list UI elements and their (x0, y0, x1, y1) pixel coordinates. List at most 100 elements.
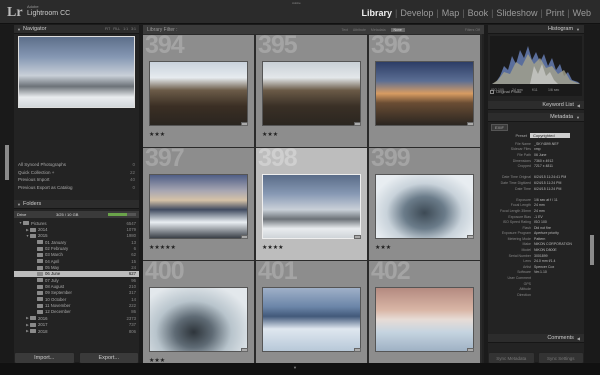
zoom-3-1[interactable]: 3:1 (131, 27, 136, 31)
grid-scrollbar[interactable] (482, 34, 484, 363)
metadata-row: Exposure 1/6 sec at f / 11 (488, 197, 584, 203)
metadata-value[interactable]: 6/24/15 11:24:41 PM (534, 175, 584, 179)
metadata-value[interactable]: Did not fire (534, 226, 584, 230)
metadata-badge-icon[interactable] (241, 122, 248, 126)
metadata-value[interactable]: 24 mm (534, 203, 584, 207)
comments-header[interactable]: Comments ◀ (488, 334, 584, 343)
photo-thumbnail[interactable] (262, 61, 361, 126)
metadata-value[interactable]: 7360 x 4912 (534, 159, 584, 163)
grid-cell[interactable]: 398 ★★★★ (256, 148, 367, 260)
star-rating[interactable]: ★★★ (149, 131, 165, 138)
module-print[interactable]: Print (543, 8, 568, 18)
filter-text[interactable]: Text (341, 28, 347, 32)
metadata-badge-icon[interactable] (354, 235, 361, 239)
catalog-item-label: Previous Export as Catalog (18, 184, 73, 190)
star-rating[interactable]: ★★★★★ (149, 244, 176, 251)
metadata-value[interactable]: NIKON CORPORATION (534, 242, 584, 246)
catalog-item[interactable]: All Synced Photographs 0 (14, 161, 139, 169)
metadata-key: Software (517, 270, 531, 275)
metadata-value[interactable]: -1 EV (534, 215, 584, 219)
module-library[interactable]: Library (358, 8, 395, 18)
photo-thumbnail[interactable] (375, 174, 474, 239)
bottom-filmstrip-bar[interactable]: ▼ (0, 363, 600, 375)
grid-cell[interactable]: 399 ★★★ (369, 148, 480, 260)
photo-thumbnail[interactable] (149, 174, 248, 239)
photo-thumbnail[interactable] (375, 61, 474, 126)
star-rating[interactable]: ★★★ (375, 244, 391, 251)
metadata-mode-dropdown[interactable]: EXIF (491, 123, 508, 131)
star-rating[interactable]: ★★★ (262, 131, 278, 138)
metadata-badge-icon[interactable] (241, 235, 248, 239)
zoom-1-1[interactable]: 1:1 (123, 27, 128, 31)
metadata-value[interactable]: 1/6 sec at f / 11 (534, 198, 584, 202)
module-slideshow[interactable]: Slideshow (493, 8, 540, 18)
metadata-value[interactable]: xmp (534, 147, 584, 151)
metadata-badge-icon[interactable] (467, 122, 474, 126)
folder-count: 2373 (126, 315, 136, 321)
catalog-item[interactable]: Quick Collection + 22 (14, 169, 139, 177)
folders-header[interactable]: ▼ Folders (14, 200, 139, 209)
volume-row[interactable]: Drive 3/25 / 10 GB (14, 211, 139, 218)
grid-cell[interactable]: 400 ★★★ (143, 261, 254, 373)
folder-row[interactable]: ▶ 2018 806 (14, 328, 139, 334)
photo-thumbnail[interactable] (262, 287, 361, 352)
metadata-value[interactable]: NIKON D800E (534, 248, 584, 252)
filters-off[interactable]: Filters Off (465, 28, 480, 32)
grid-cell[interactable]: 402 (369, 261, 480, 373)
checkbox-icon[interactable] (490, 89, 494, 94)
metadata-value[interactable]: Spencer Cox (534, 265, 584, 269)
right-panel-edge[interactable] (584, 25, 600, 362)
navigator-view-rect[interactable] (18, 36, 135, 108)
metadata-badge-icon[interactable] (467, 348, 474, 352)
preset-dropdown[interactable]: Copyrighted (530, 133, 570, 138)
metadata-badge-icon[interactable] (354, 122, 361, 126)
filter-none[interactable]: None (390, 27, 405, 32)
metadata-value[interactable]: 06 June (534, 153, 584, 157)
photo-thumbnail[interactable] (149, 61, 248, 126)
histogram-header[interactable]: Histogram ▼ (488, 25, 584, 34)
metadata-value[interactable]: ISO 100 (534, 220, 584, 224)
grid-cell[interactable]: 401 (256, 261, 367, 373)
zoom-fill[interactable]: FILL (113, 27, 120, 31)
catalog-item[interactable]: Previous Import 40 (14, 176, 139, 184)
filter-metadata[interactable]: Metadata (371, 28, 386, 32)
folder-count: 13 (131, 239, 136, 245)
metadata-value[interactable]: Aperture priority (534, 231, 584, 235)
module-map[interactable]: Map (439, 8, 463, 18)
star-rating[interactable]: ★★★★ (262, 244, 284, 251)
grid-cell[interactable]: 394 ★★★ (143, 35, 254, 147)
metadata-value[interactable]: _SKY4899.NEF (534, 142, 584, 146)
grid-cell[interactable]: 396 (369, 35, 480, 147)
module-develop[interactable]: Develop (397, 8, 436, 18)
left-panel-edge[interactable] (0, 25, 14, 362)
grid-cell[interactable]: 397 ★★★★★ (143, 148, 254, 260)
metadata-value[interactable]: 3001899 (534, 254, 584, 258)
metadata-value[interactable]: 7217 x 4811 (534, 164, 584, 168)
metadata-value[interactable]: 6/24/15 11:24 PM (534, 187, 584, 191)
metadata-badge-icon[interactable] (354, 348, 361, 352)
photo-thumbnail[interactable] (262, 174, 361, 239)
module-book[interactable]: Book (465, 8, 492, 18)
grid-cell[interactable]: 395 ★★★ (256, 35, 367, 147)
module-web[interactable]: Web (570, 8, 594, 18)
metadata-value[interactable]: 6/24/15 11:24 PM (534, 181, 584, 185)
original-photo-toggle[interactable]: Original Photo (490, 89, 521, 94)
metadata-value[interactable]: Ver.1.10 (534, 270, 584, 274)
filmstrip-toggle-icon[interactable]: ▼ (293, 365, 297, 370)
metadata-value[interactable]: Pattern (534, 237, 584, 241)
zoom-fit[interactable]: FIT (105, 27, 110, 31)
metadata-badge-icon[interactable] (467, 235, 474, 239)
folder-icon (37, 303, 43, 308)
metadata-header[interactable]: Metadata ▼ (488, 113, 584, 122)
module-picker: Library | Develop | Map | Book | Slideshow | Print… (358, 8, 594, 18)
photo-thumbnail[interactable] (149, 287, 248, 352)
filter-attribute[interactable]: Attribute (353, 28, 366, 32)
metadata-badge-icon[interactable] (241, 348, 248, 352)
navigator-preview[interactable] (18, 36, 135, 108)
navigator-header[interactable]: ▼ Navigator FIT FILL 1:1 3:1 (14, 25, 139, 34)
photo-thumbnail[interactable] (375, 287, 474, 352)
metadata-value[interactable]: 24 mm (534, 209, 584, 213)
catalog-item[interactable]: Previous Export as Catalog 0 (14, 184, 139, 192)
keyword-list-header[interactable]: Keyword List ◀ (488, 101, 584, 110)
metadata-value[interactable]: 24.0 mm f/1.4 (534, 259, 584, 263)
